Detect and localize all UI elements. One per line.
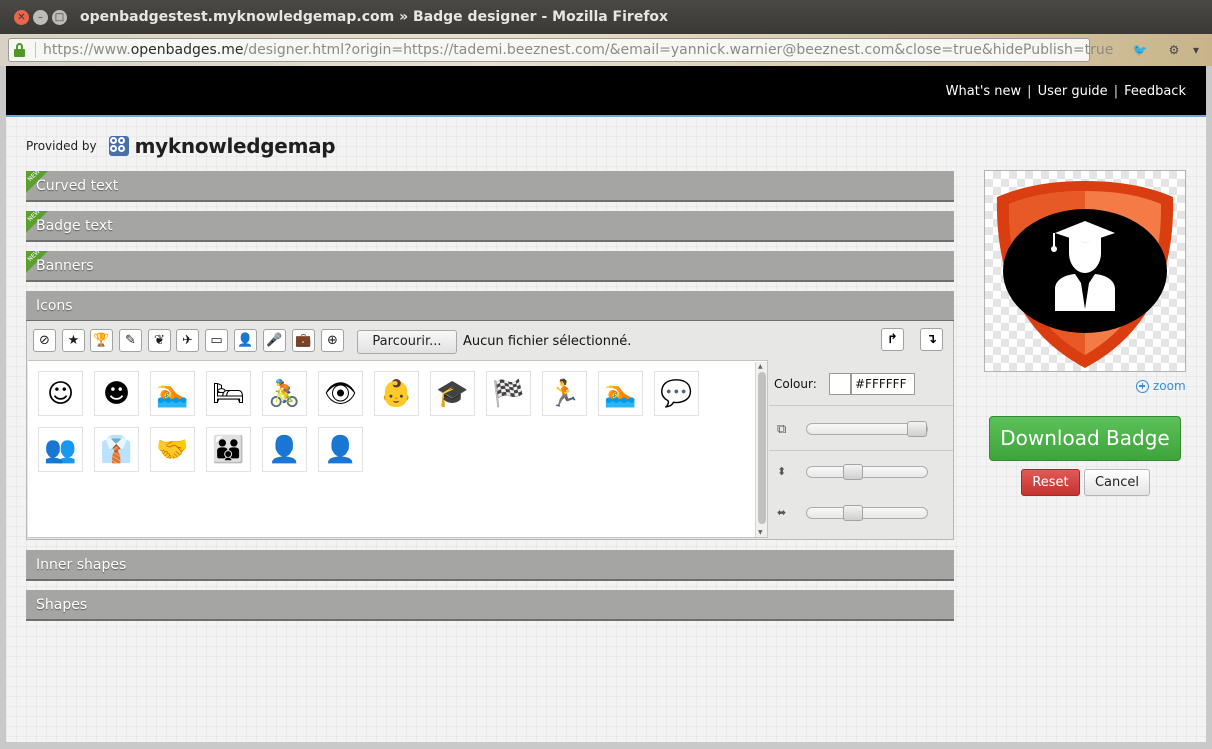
- cancel-button[interactable]: Cancel: [1084, 469, 1150, 496]
- horizontal-position-icon: ⬌: [777, 506, 787, 519]
- lock-icon[interactable]: [14, 43, 25, 57]
- icon-grid: ☺ ☻ 🏊 🛏 🚴 👁 👶 🎓 🏁 🏃 🏊 💬 👥 👔 🤝 👪 👤 👤 ▲ ▼: [28, 360, 768, 538]
- window-title: openbadgestest.myknowledgemap.com » Badg…: [80, 9, 669, 25]
- slider-knob[interactable]: [907, 421, 927, 437]
- section-badge-text[interactable]: NEW Badge text: [26, 208, 954, 242]
- zoom-label: zoom: [1153, 379, 1186, 393]
- category-star-icon[interactable]: ★: [62, 329, 85, 352]
- icons-panel: ⊘ ★ 🏆 ✎ ❦ ✈ ▭ 👤 🎤 💼 ⊕ Parcourir... Aucun…: [26, 321, 954, 540]
- section-label: Curved text: [36, 178, 119, 194]
- whats-new-link[interactable]: What's new: [946, 84, 1022, 99]
- window-maximize-button[interactable]: □: [52, 10, 67, 25]
- section-label: Banners: [36, 258, 94, 274]
- icon-properties: Colour: #FFFFFF ⧉ ⬍ ⬌: [769, 360, 953, 538]
- category-leaf-icon[interactable]: ❦: [148, 329, 171, 352]
- slider-knob[interactable]: [843, 505, 863, 521]
- no-file-selected-text: Aucun fichier sélectionné.: [463, 334, 632, 349]
- section-label: Icons: [36, 298, 73, 314]
- size-slider[interactable]: [806, 421, 928, 437]
- colour-hex-input[interactable]: #FFFFFF: [851, 373, 915, 395]
- menu-chevron-down-icon[interactable]: ▾: [1188, 42, 1204, 58]
- section-banners[interactable]: NEW Banners: [26, 248, 954, 282]
- section-curved-text[interactable]: NEW Curved text: [26, 168, 954, 202]
- icon-option-doctor[interactable]: 👤: [262, 427, 307, 472]
- vertical-position-slider[interactable]: [806, 464, 928, 480]
- scroll-up-icon[interactable]: ▲: [758, 363, 763, 370]
- icon-option-wader[interactable]: 🏊: [598, 371, 643, 416]
- icon-option-swimmer[interactable]: 🏊: [150, 371, 195, 416]
- twitter-icon[interactable]: 🐦: [1132, 42, 1148, 58]
- zoom-link[interactable]: zoom: [1136, 379, 1186, 393]
- provider-name: myknowledgemap: [134, 134, 336, 158]
- icon-option-cyclist[interactable]: 🚴: [262, 371, 307, 416]
- url-text[interactable]: https://www.openbadges.me/designer.html?…: [43, 42, 1113, 58]
- icon-category-toolbar: ⊘ ★ 🏆 ✎ ❦ ✈ ▭ 👤 🎤 💼 ⊕ Parcourir... Aucun…: [27, 321, 953, 359]
- divider: [769, 450, 953, 451]
- icon-option-people[interactable]: 👥: [38, 427, 83, 472]
- vertical-position-icon: ⬍: [777, 465, 787, 478]
- top-nav: What's new | User guide | Feedback: [6, 66, 1206, 117]
- browse-file-button[interactable]: Parcourir...: [357, 330, 457, 354]
- category-briefcase-icon[interactable]: 💼: [292, 329, 315, 352]
- window-minimize-button[interactable]: –: [33, 10, 48, 25]
- horizontal-position-slider[interactable]: [806, 505, 928, 521]
- section-label: Shapes: [36, 597, 88, 613]
- url-separator: [35, 42, 36, 58]
- scrollbar-thumb[interactable]: [758, 372, 766, 524]
- section-inner-shapes[interactable]: Inner shapes: [26, 550, 954, 581]
- window-close-button[interactable]: ✕: [14, 10, 29, 25]
- zoom-plus-icon: [1136, 379, 1149, 393]
- category-lifebuoy-icon[interactable]: ⊕: [321, 329, 344, 352]
- category-prohibited-icon[interactable]: ⊘: [33, 329, 56, 352]
- colour-swatch[interactable]: [829, 373, 851, 395]
- section-icons[interactable]: Icons: [26, 291, 954, 322]
- badge-preview: [984, 170, 1186, 372]
- category-trophy-icon[interactable]: 🏆: [90, 329, 113, 352]
- page: What's new | User guide | Feedback Provided …: [6, 66, 1206, 742]
- download-badge-button[interactable]: Download Badge: [989, 416, 1181, 461]
- icon-option-runner[interactable]: 🏃: [542, 371, 587, 416]
- icon-option-finish-line[interactable]: 🏁: [486, 371, 531, 416]
- icon-option-bed[interactable]: 🛏: [206, 371, 251, 416]
- icon-option-graduate[interactable]: 🎓: [430, 371, 475, 416]
- icon-option-baby[interactable]: 👶: [374, 371, 419, 416]
- provided-by: Provided by myknowledgemap: [26, 133, 336, 159]
- badge-svg: [996, 181, 1174, 368]
- size-icon: ⧉: [777, 422, 787, 437]
- send-backward-arrow-icon[interactable]: ↴: [920, 328, 943, 351]
- extension-icon[interactable]: ⚙: [1166, 42, 1182, 58]
- section-shapes[interactable]: Shapes: [26, 590, 954, 621]
- toolbar-row: https://www.openbadges.me/designer.html?…: [0, 34, 1212, 66]
- url-bar[interactable]: https://www.openbadges.me/designer.html?…: [8, 38, 1113, 62]
- icon-option-person[interactable]: 👤: [318, 427, 363, 472]
- category-plane-icon[interactable]: ✈: [176, 329, 199, 352]
- category-pen-icon[interactable]: ✎: [119, 329, 142, 352]
- icon-option-handshake[interactable]: 🤝: [150, 427, 195, 472]
- icon-option-speaker[interactable]: 💬: [654, 371, 699, 416]
- slider-knob[interactable]: [843, 464, 863, 480]
- icon-option-eye[interactable]: 👁: [318, 371, 363, 416]
- category-laptop-icon[interactable]: ▭: [205, 329, 228, 352]
- section-label: Badge text: [36, 218, 113, 234]
- reset-button[interactable]: Reset: [1021, 469, 1080, 496]
- colour-label: Colour:: [774, 377, 817, 391]
- category-person-icon[interactable]: 👤: [234, 329, 257, 352]
- section-label: Inner shapes: [36, 557, 127, 573]
- window-titlebar: ✕ – □ openbadgestest.myknowledgemap.com …: [0, 0, 1212, 34]
- user-guide-link[interactable]: User guide: [1038, 84, 1108, 99]
- icon-option-group-smiley[interactable]: ☻: [94, 371, 139, 416]
- scroll-down-icon[interactable]: ▼: [758, 529, 763, 536]
- bring-forward-arrow-icon[interactable]: ↱: [881, 328, 904, 351]
- category-microphone-icon[interactable]: 🎤: [263, 329, 286, 352]
- icon-option-group[interactable]: 👪: [206, 427, 251, 472]
- feedback-link[interactable]: Feedback: [1124, 84, 1186, 99]
- icon-option-smiley[interactable]: ☺: [38, 371, 83, 416]
- divider: [769, 405, 953, 406]
- myknowledgemap-logo-icon: [108, 136, 129, 156]
- provided-by-label: Provided by: [26, 139, 97, 153]
- icon-option-businessman[interactable]: 👔: [94, 427, 139, 472]
- top-nav-links: What's new | User guide | Feedback: [945, 84, 1186, 99]
- icon-grid-scrollbar[interactable]: ▲ ▼: [755, 362, 767, 537]
